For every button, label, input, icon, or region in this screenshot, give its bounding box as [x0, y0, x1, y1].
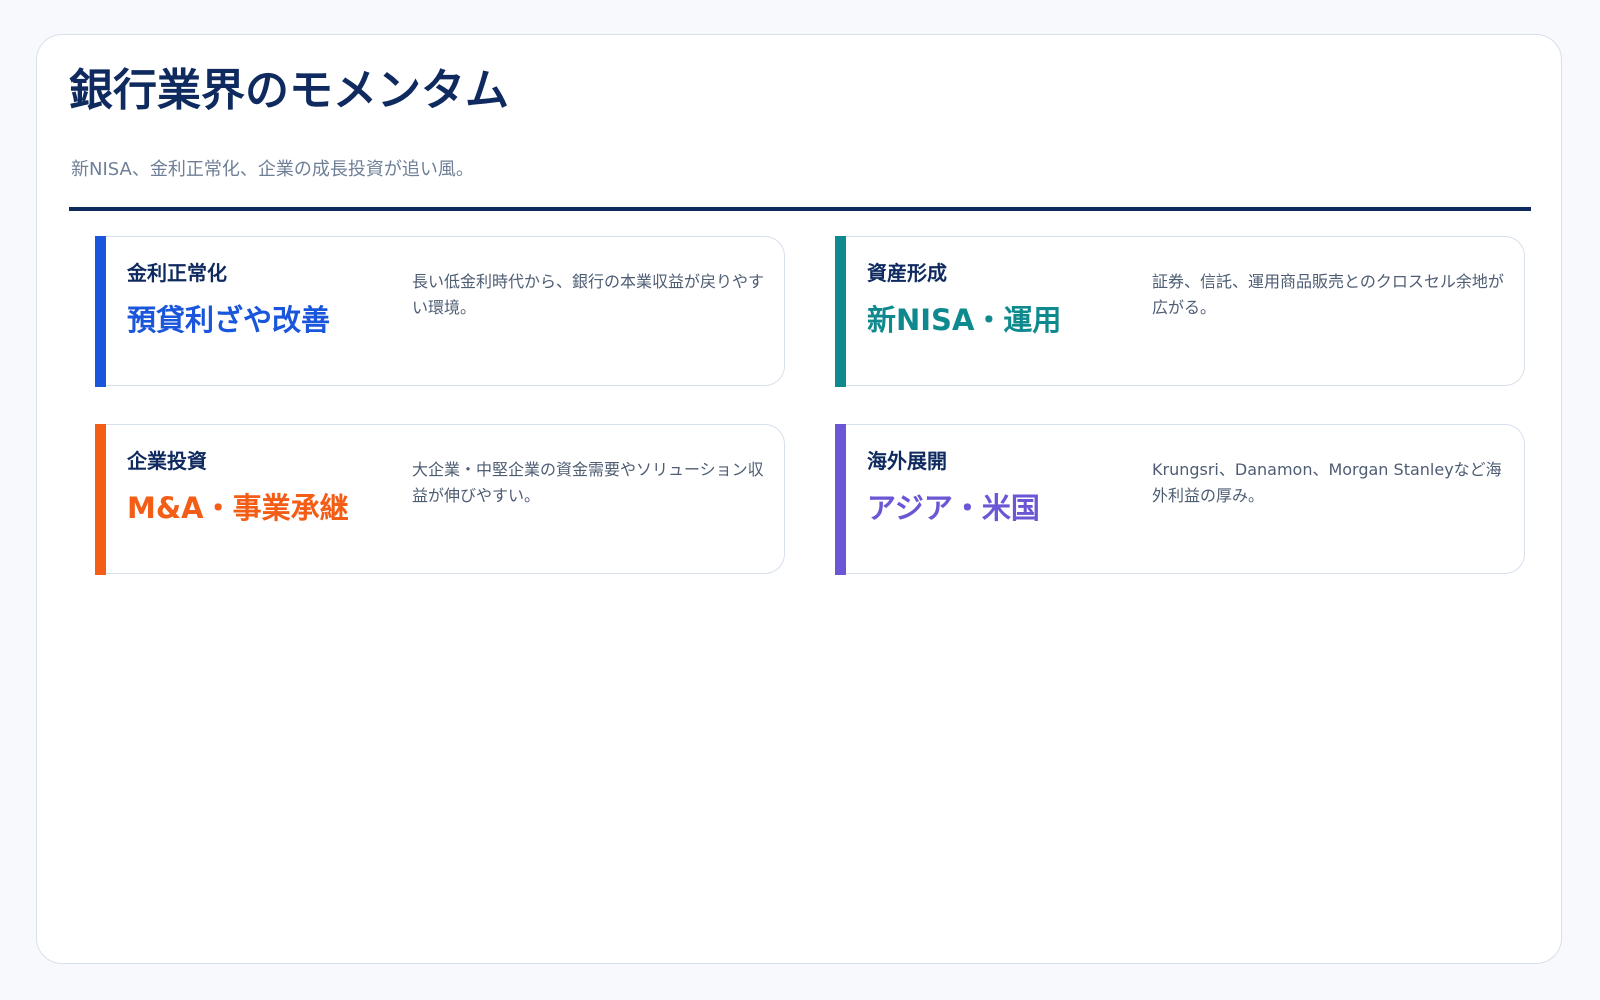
card-corporate-investment: 企業投資 M&A・事業承継 大企業・中堅企業の資金需要やソリューション収益が伸び… — [95, 423, 785, 575]
card-headline: M&A・事業承継 — [127, 491, 349, 525]
card-interest-rate: 金利正常化 預貸利ざや改善 長い低金利時代から、銀行の本業収益が戻りやすい環境。 — [95, 235, 785, 387]
card-accent-bar — [95, 423, 106, 575]
card-label: 資産形成 — [867, 261, 947, 285]
card-accent-bar — [835, 235, 846, 387]
card-accent-bar — [835, 423, 846, 575]
slide-panel: 銀行業界のモメンタム 新NISA、金利正常化、企業の成長投資が追い風。 金利正常… — [36, 34, 1562, 964]
card-headline: アジア・米国 — [867, 491, 1040, 525]
card-description: 大企業・中堅企業の資金需要やソリューション収益が伸びやすい。 — [412, 460, 764, 505]
page-subtitle: 新NISA、金利正常化、企業の成長投資が追い風。 — [71, 159, 474, 180]
card-accent-bar — [95, 235, 106, 387]
card-label: 海外展開 — [867, 449, 947, 473]
card-headline: 新NISA・運用 — [867, 303, 1062, 337]
card-label: 金利正常化 — [127, 261, 227, 285]
card-asset-building: 資産形成 新NISA・運用 証券、信託、運用商品販売とのクロスセル余地が広がる。 — [835, 235, 1525, 387]
card-description: 長い低金利時代から、銀行の本業収益が戻りやすい環境。 — [412, 272, 765, 317]
card-overseas-expansion: 海外展開 アジア・米国 Krungsri、Danamon、Morgan Stan… — [835, 423, 1525, 575]
card-headline: 預貸利ざや改善 — [127, 303, 331, 337]
card-description: Krungsri、Danamon、Morgan Stanleyなど海外利益の厚み… — [1152, 460, 1502, 505]
slide-header: 銀行業界のモメンタム 新NISA、金利正常化、企業の成長投資が追い風。 — [69, 63, 1531, 211]
page-title: 銀行業界のモメンタム — [69, 65, 509, 116]
card-label: 企業投資 — [127, 449, 207, 473]
card-description: 証券、信託、運用商品販売とのクロスセル余地が広がる。 — [1152, 272, 1504, 317]
